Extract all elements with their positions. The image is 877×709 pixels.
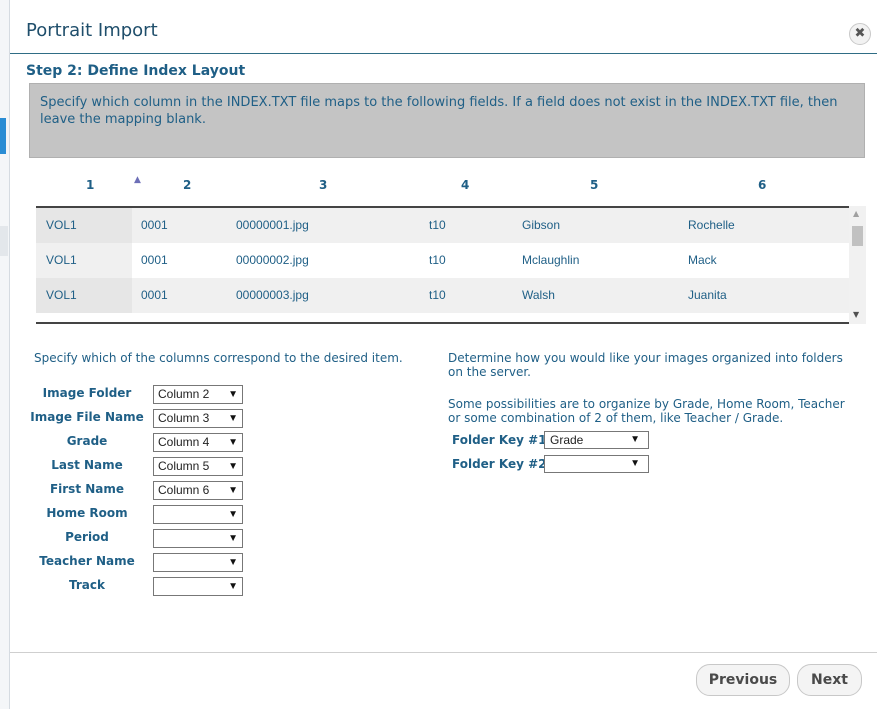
label-folder-key-2: Folder Key #2 <box>452 457 547 471</box>
label-track: Track <box>69 578 105 592</box>
select-image-file-name[interactable]: Column 3 ▼ <box>153 409 243 428</box>
index-preview-grid[interactable]: VOL1 0001 00000001.jpg t10 Gibson Rochel… <box>36 206 849 324</box>
table-cell: VOL1 <box>46 218 77 232</box>
table-cell: 00000003.jpg <box>236 288 309 302</box>
table-cell: t10 <box>429 288 446 302</box>
mapping-description: Specify which of the columns correspond … <box>34 351 403 365</box>
dropdown-arrow-icon: ▼ <box>228 533 238 544</box>
select-value: Column 5 <box>158 459 210 473</box>
table-row: VOL1 0001 00000001.jpg t10 Gibson Rochel… <box>36 208 849 243</box>
select-folder-key-2[interactable]: ▼ <box>544 455 649 473</box>
close-icon[interactable]: ✖ <box>849 23 871 45</box>
column-header-5[interactable]: 5 <box>590 178 598 192</box>
dropdown-arrow-icon: ▼ <box>228 509 238 520</box>
table-cell: Rochelle <box>688 218 735 232</box>
column-header-2[interactable]: 2 <box>183 178 191 192</box>
label-home-room: Home Room <box>46 506 128 520</box>
portrait-import-dialog: Portrait Import ✖ Step 2: Define Index L… <box>10 6 877 709</box>
dropdown-arrow-icon: ▼ <box>630 434 640 445</box>
select-image-folder[interactable]: Column 2 ▼ <box>153 385 243 404</box>
label-period: Period <box>65 530 109 544</box>
select-first-name[interactable]: Column 6 ▼ <box>153 481 243 500</box>
instruction-box: Specify which column in the INDEX.TXT fi… <box>29 83 865 158</box>
grid-scrollbar[interactable]: ▲ ▼ <box>849 206 866 324</box>
dialog-title-bar: Portrait Import ✖ <box>10 6 877 54</box>
table-cell: VOL1 <box>46 288 77 302</box>
select-folder-key-1[interactable]: Grade ▼ <box>544 431 649 449</box>
table-cell: t10 <box>429 253 446 267</box>
background-active-marker <box>0 118 6 154</box>
dropdown-arrow-icon: ▼ <box>228 389 238 400</box>
sort-ascending-icon[interactable]: ▲ <box>134 175 141 185</box>
table-cell: VOL1 <box>46 253 77 267</box>
label-teacher-name: Teacher Name <box>39 554 135 568</box>
label-folder-key-1: Folder Key #1 <box>452 433 547 447</box>
select-value: Grade <box>550 433 584 447</box>
column-header-3[interactable]: 3 <box>319 178 327 192</box>
select-track[interactable]: ▼ <box>153 577 243 596</box>
column-header-1[interactable]: 1 <box>86 178 94 192</box>
select-value: Column 4 <box>158 435 210 449</box>
dropdown-arrow-icon: ▼ <box>228 557 238 568</box>
dropdown-arrow-icon: ▼ <box>228 581 238 592</box>
instruction-text: Specify which column in the INDEX.TXT fi… <box>40 95 838 127</box>
label-image-folder: Image Folder <box>42 386 132 400</box>
label-first-name: First Name <box>49 482 125 496</box>
table-cell: 0001 <box>141 218 168 232</box>
select-period[interactable]: ▼ <box>153 529 243 548</box>
table-cell: Juanita <box>688 288 727 302</box>
background-item <box>0 226 8 256</box>
folder-description: Determine how you would like your images… <box>448 351 843 379</box>
label-last-name: Last Name <box>51 458 123 472</box>
select-teacher-name[interactable]: ▼ <box>153 553 243 572</box>
table-cell: 00000002.jpg <box>236 253 309 267</box>
table-cell: Gibson <box>522 218 561 232</box>
dropdown-arrow-icon: ▼ <box>228 413 238 424</box>
select-last-name[interactable]: Column 5 ▼ <box>153 457 243 476</box>
dropdown-arrow-icon: ▼ <box>228 437 238 448</box>
select-value: Column 6 <box>158 483 210 497</box>
select-value: Column 2 <box>158 387 210 401</box>
scroll-down-icon[interactable]: ▼ <box>853 310 859 319</box>
label-grade: Grade <box>66 434 108 448</box>
table-cell: t10 <box>429 218 446 232</box>
background-page-strip <box>0 0 10 709</box>
next-button[interactable]: Next <box>797 664 862 696</box>
table-cell: 00000001.jpg <box>236 218 309 232</box>
table-cell: 0001 <box>141 288 168 302</box>
select-home-room[interactable]: ▼ <box>153 505 243 524</box>
footer-divider <box>10 652 877 653</box>
table-cell: Walsh <box>522 288 555 302</box>
select-value: Column 3 <box>158 411 210 425</box>
column-header-4[interactable]: 4 <box>461 178 469 192</box>
table-cell: Mclaughlin <box>522 253 580 267</box>
dropdown-arrow-icon: ▼ <box>228 485 238 496</box>
column-header-6[interactable]: 6 <box>758 178 766 192</box>
table-cell: Mack <box>688 253 717 267</box>
dropdown-arrow-icon: ▼ <box>228 461 238 472</box>
select-grade[interactable]: Column 4 ▼ <box>153 433 243 452</box>
folder-possibilities: Some possibilities are to organize by Gr… <box>448 397 845 425</box>
previous-button[interactable]: Previous <box>696 664 790 696</box>
dialog-title: Portrait Import <box>26 20 158 41</box>
table-row: VOL1 0001 00000002.jpg t10 Mclaughlin Ma… <box>36 243 849 278</box>
grid-header: 1 ▲ 2 3 4 5 6 <box>36 172 836 200</box>
dropdown-arrow-icon: ▼ <box>630 458 640 469</box>
scroll-thumb[interactable] <box>852 226 863 246</box>
table-row: VOL1 0001 00000003.jpg t10 Walsh Juanita <box>36 278 849 313</box>
scroll-up-icon[interactable]: ▲ <box>853 209 859 218</box>
step-heading: Step 2: Define Index Layout <box>26 63 246 79</box>
table-cell: 0001 <box>141 253 168 267</box>
label-image-file-name: Image File Name <box>30 410 144 424</box>
